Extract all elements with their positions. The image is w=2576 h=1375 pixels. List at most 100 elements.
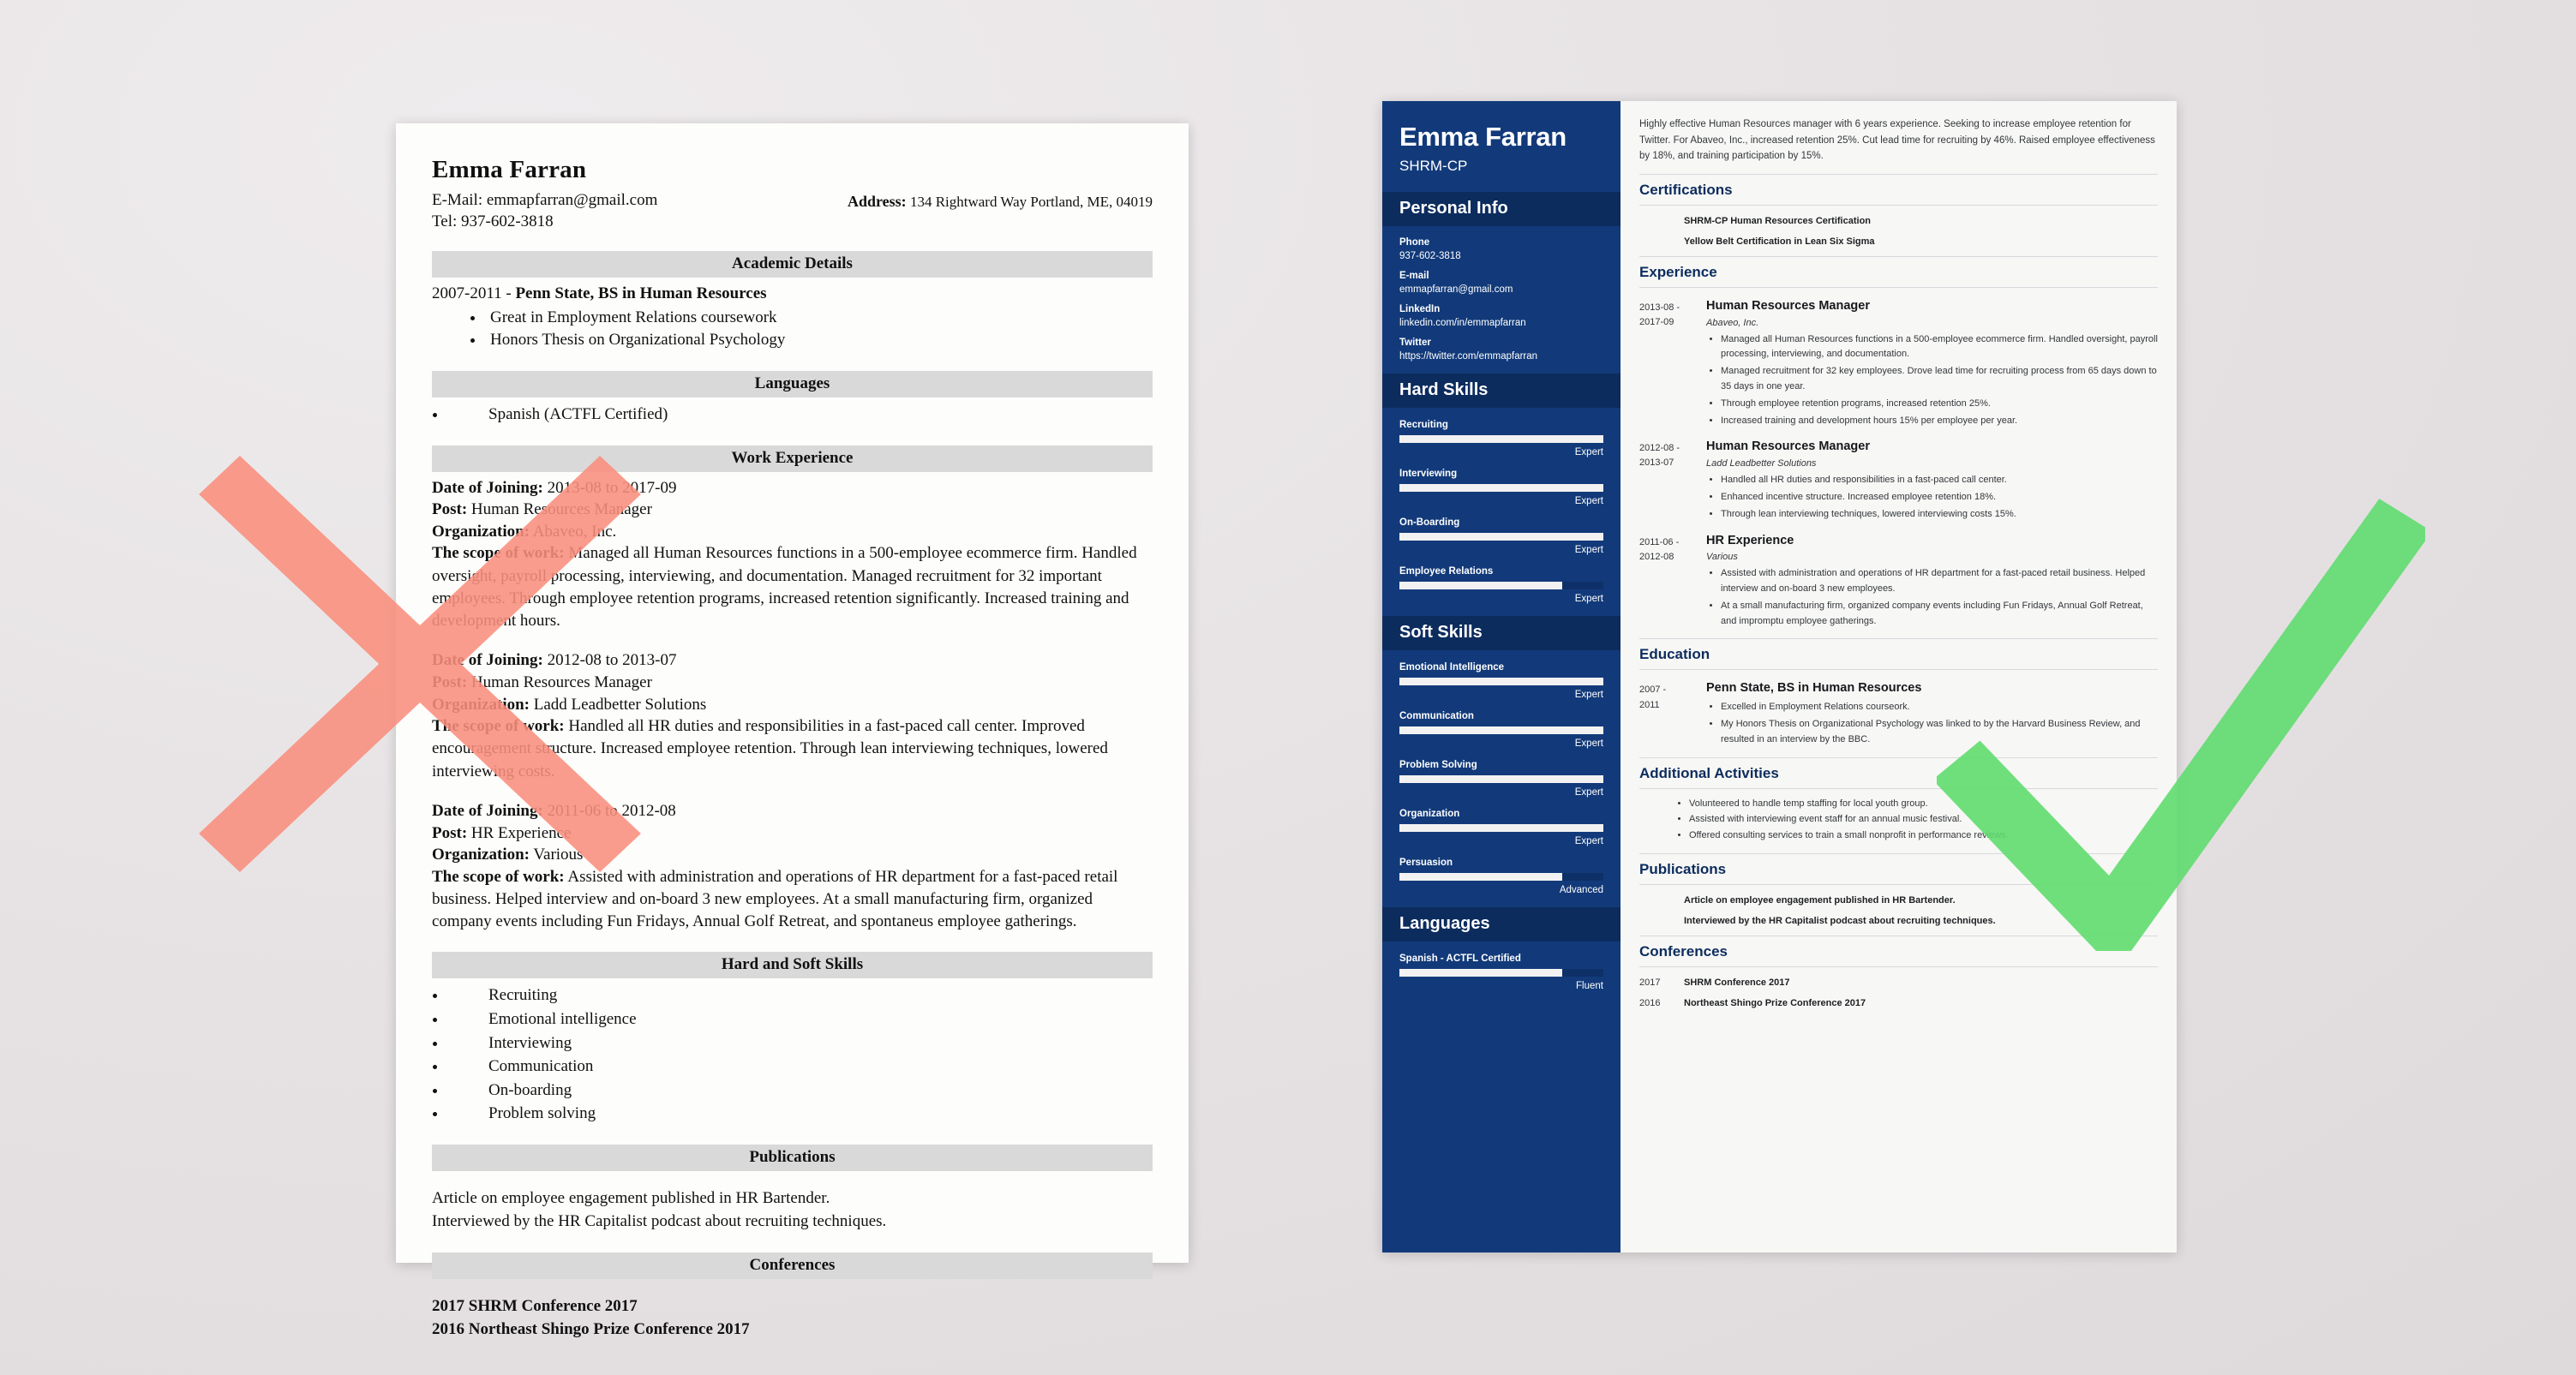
bad-job-scope-label: The scope of work: [432, 544, 565, 563]
experience-entry: 2011-06 - 2012-08 HR Experience Various … [1639, 534, 2158, 630]
education-dates: 2007 - 2011 [1639, 681, 1694, 747]
divider [1639, 255, 2158, 257]
bad-conference-year: 2016 [432, 1320, 469, 1339]
skill-name: Recruiting [1399, 419, 1448, 430]
skill-row: Communication Expert [1399, 711, 1603, 749]
bad-publication-item: Interviewed by the HR Capitalist podcast… [432, 1212, 887, 1231]
experience-dates: 2013-08 - 2017-09 [1639, 299, 1694, 429]
bad-resume-document: Emma Farran E-Mail: emmapfarran@gmail.co… [396, 123, 1189, 1338]
conference-year: 2017 [1639, 977, 1661, 988]
list-item: Offered consulting services to train a s… [1689, 828, 2158, 844]
education-entry: 2007 - 2011 Penn State, BS in Human Reso… [1639, 681, 2158, 747]
education-date-end: 2011 [1639, 699, 1660, 710]
divider [1639, 669, 2158, 671]
language-level: Fluent [1576, 980, 1603, 991]
skill-level: Expert [1574, 835, 1603, 846]
skill-bar-track [1399, 434, 1603, 443]
bad-job-org-value: Various [530, 846, 584, 864]
bad-job-scope: The scope of work: Assisted with adminis… [432, 866, 1153, 934]
good-contact-value-email: emmapfarran@gmail.com [1399, 284, 1513, 295]
bad-job-date: Date of Joining: 2011-06 to 2012-08 [432, 800, 1153, 822]
bad-job-scope-label: The scope of work: [432, 867, 565, 886]
skill-level: Expert [1574, 593, 1603, 604]
bad-skill-label: Recruiting [488, 986, 558, 1005]
divider [1639, 853, 2158, 854]
bad-job-post-value: Human Resources Manager [467, 500, 652, 519]
bad-resume-address-value: 134 Rightward Way Portland, ME, 04019 [909, 194, 1153, 210]
education-bullets: Excelled in Employment Relations courseo… [1706, 700, 2158, 747]
skill-bar-fill [1399, 532, 1603, 541]
list-item: Assisted with administration and operati… [1721, 566, 2158, 597]
experience-entry: 2013-08 - 2017-09 Human Resources Manage… [1639, 299, 2158, 429]
experience-dates: 2012-08 - 2013-07 [1639, 439, 1694, 522]
bad-language-value: Spanish (ACTFL Certified) [488, 404, 668, 423]
experience-organization: Various [1706, 552, 1738, 563]
list-item: Through employee retention programs, inc… [1721, 397, 2158, 412]
bad-conferences-block: 2017 SHRM Conference 2017 2016 Northeast… [432, 1294, 1153, 1342]
experience-bullets: Managed all Human Resources functions in… [1706, 332, 2158, 429]
good-resume-document: Emma Farran SHRM-CP Personal Info Phone … [1382, 101, 2177, 1252]
bad-resume-phone: Tel: 937-602-3818 [432, 212, 554, 231]
list-item: Problem solving [447, 1102, 1153, 1126]
skill-bar-fill [1399, 483, 1603, 492]
good-sidebar-heading-hard-skills: Hard Skills [1382, 373, 1620, 408]
good-section-conferences: Conferences [1639, 943, 1728, 960]
bad-job-scope-label: The scope of work: [432, 717, 565, 736]
experience-body: Human Resources Manager Ladd Leadbetter … [1694, 439, 2158, 522]
experience-role: Human Resources Manager [1706, 298, 1870, 313]
conference-item: 2016 Northeast Shingo Prize Conference 2… [1639, 998, 2158, 1008]
bad-job-scope: The scope of work: Managed all Human Res… [432, 542, 1153, 632]
experience-date-end: 2017-09 [1639, 316, 1674, 327]
experience-body: Human Resources Manager Abaveo, Inc. Man… [1694, 299, 2158, 429]
experience-date-start: 2011-06 - [1639, 536, 1680, 547]
skill-bar-track [1399, 581, 1603, 589]
experience-role: Human Resources Manager [1706, 439, 1870, 454]
good-sidebar-header: Emma Farran SHRM-CP [1382, 101, 1620, 192]
bad-job-date-label: Date of Joining: [432, 651, 543, 670]
experience-dates: 2011-06 - 2012-08 [1639, 534, 1694, 630]
list-item: Increased training and development hours… [1721, 414, 2158, 429]
language-row: Spanish - ACTFL Certified Fluent [1399, 954, 1603, 991]
education-degree: Penn State, BS in Human Resources [1706, 681, 1922, 696]
skill-row: Emotional Intelligence Expert [1399, 662, 1603, 700]
certification-item: SHRM-CP Human Resources Certification [1684, 215, 1872, 226]
bad-skill-label: Communication [488, 1057, 594, 1076]
bad-skill-label: Problem solving [488, 1104, 596, 1123]
skill-bar-track [1399, 823, 1603, 832]
good-contact-value-phone: 937-602-3818 [1399, 250, 1461, 261]
skill-row: Interviewing Expert [1399, 469, 1603, 506]
language-name: Spanish - ACTFL Certified [1399, 953, 1521, 964]
experience-organization: Ladd Leadbetter Solutions [1706, 458, 1817, 469]
experience-role: HR Experience [1706, 533, 1794, 547]
skill-bar-track [1399, 677, 1603, 685]
divider [1639, 638, 2158, 640]
experience-bullets: Assisted with administration and operati… [1706, 566, 2158, 629]
list-item: Communication [447, 1055, 1153, 1079]
list-item: Managed recruitment for 32 key employees… [1721, 364, 2158, 395]
bad-job-date-label: Date of Joining: [432, 801, 543, 820]
skill-name: Interviewing [1399, 468, 1458, 479]
skill-bar-track [1399, 532, 1603, 541]
list-item: At a small manufacturing firm, organized… [1721, 599, 2158, 630]
skill-bar-fill [1399, 823, 1603, 832]
divider [1639, 787, 2158, 789]
skill-bar-fill [1399, 774, 1603, 783]
experience-date-end: 2013-07 [1639, 457, 1674, 469]
good-contact-label-phone: Phone [1399, 236, 1430, 248]
bad-academic-line: 2007-2011 - Penn State, BS in Human Reso… [432, 283, 1153, 305]
skill-bar-track [1399, 726, 1603, 734]
skill-bar-fill [1399, 434, 1603, 443]
bad-job-date-label: Date of Joining: [432, 478, 543, 497]
bad-skill-label: Interviewing [488, 1033, 572, 1052]
bad-job-date-value: 2013-08 to 2017-09 [542, 478, 677, 497]
education-body: Penn State, BS in Human Resources Excell… [1694, 681, 2158, 747]
bad-job-org-label: Organization: [432, 846, 530, 864]
bad-skill-label: Emotional intelligence [488, 1010, 637, 1029]
bad-publications-block: Article on employee engagement published… [432, 1187, 1153, 1234]
list-item: On-boarding [447, 1079, 1153, 1103]
good-section-education: Education [1639, 646, 1710, 663]
good-sidebar-heading-personal-info: Personal Info [1382, 191, 1620, 226]
skill-name: Emotional Intelligence [1399, 661, 1505, 673]
experience-organization: Abaveo, Inc. [1706, 317, 1759, 328]
skill-level: Expert [1574, 544, 1603, 555]
